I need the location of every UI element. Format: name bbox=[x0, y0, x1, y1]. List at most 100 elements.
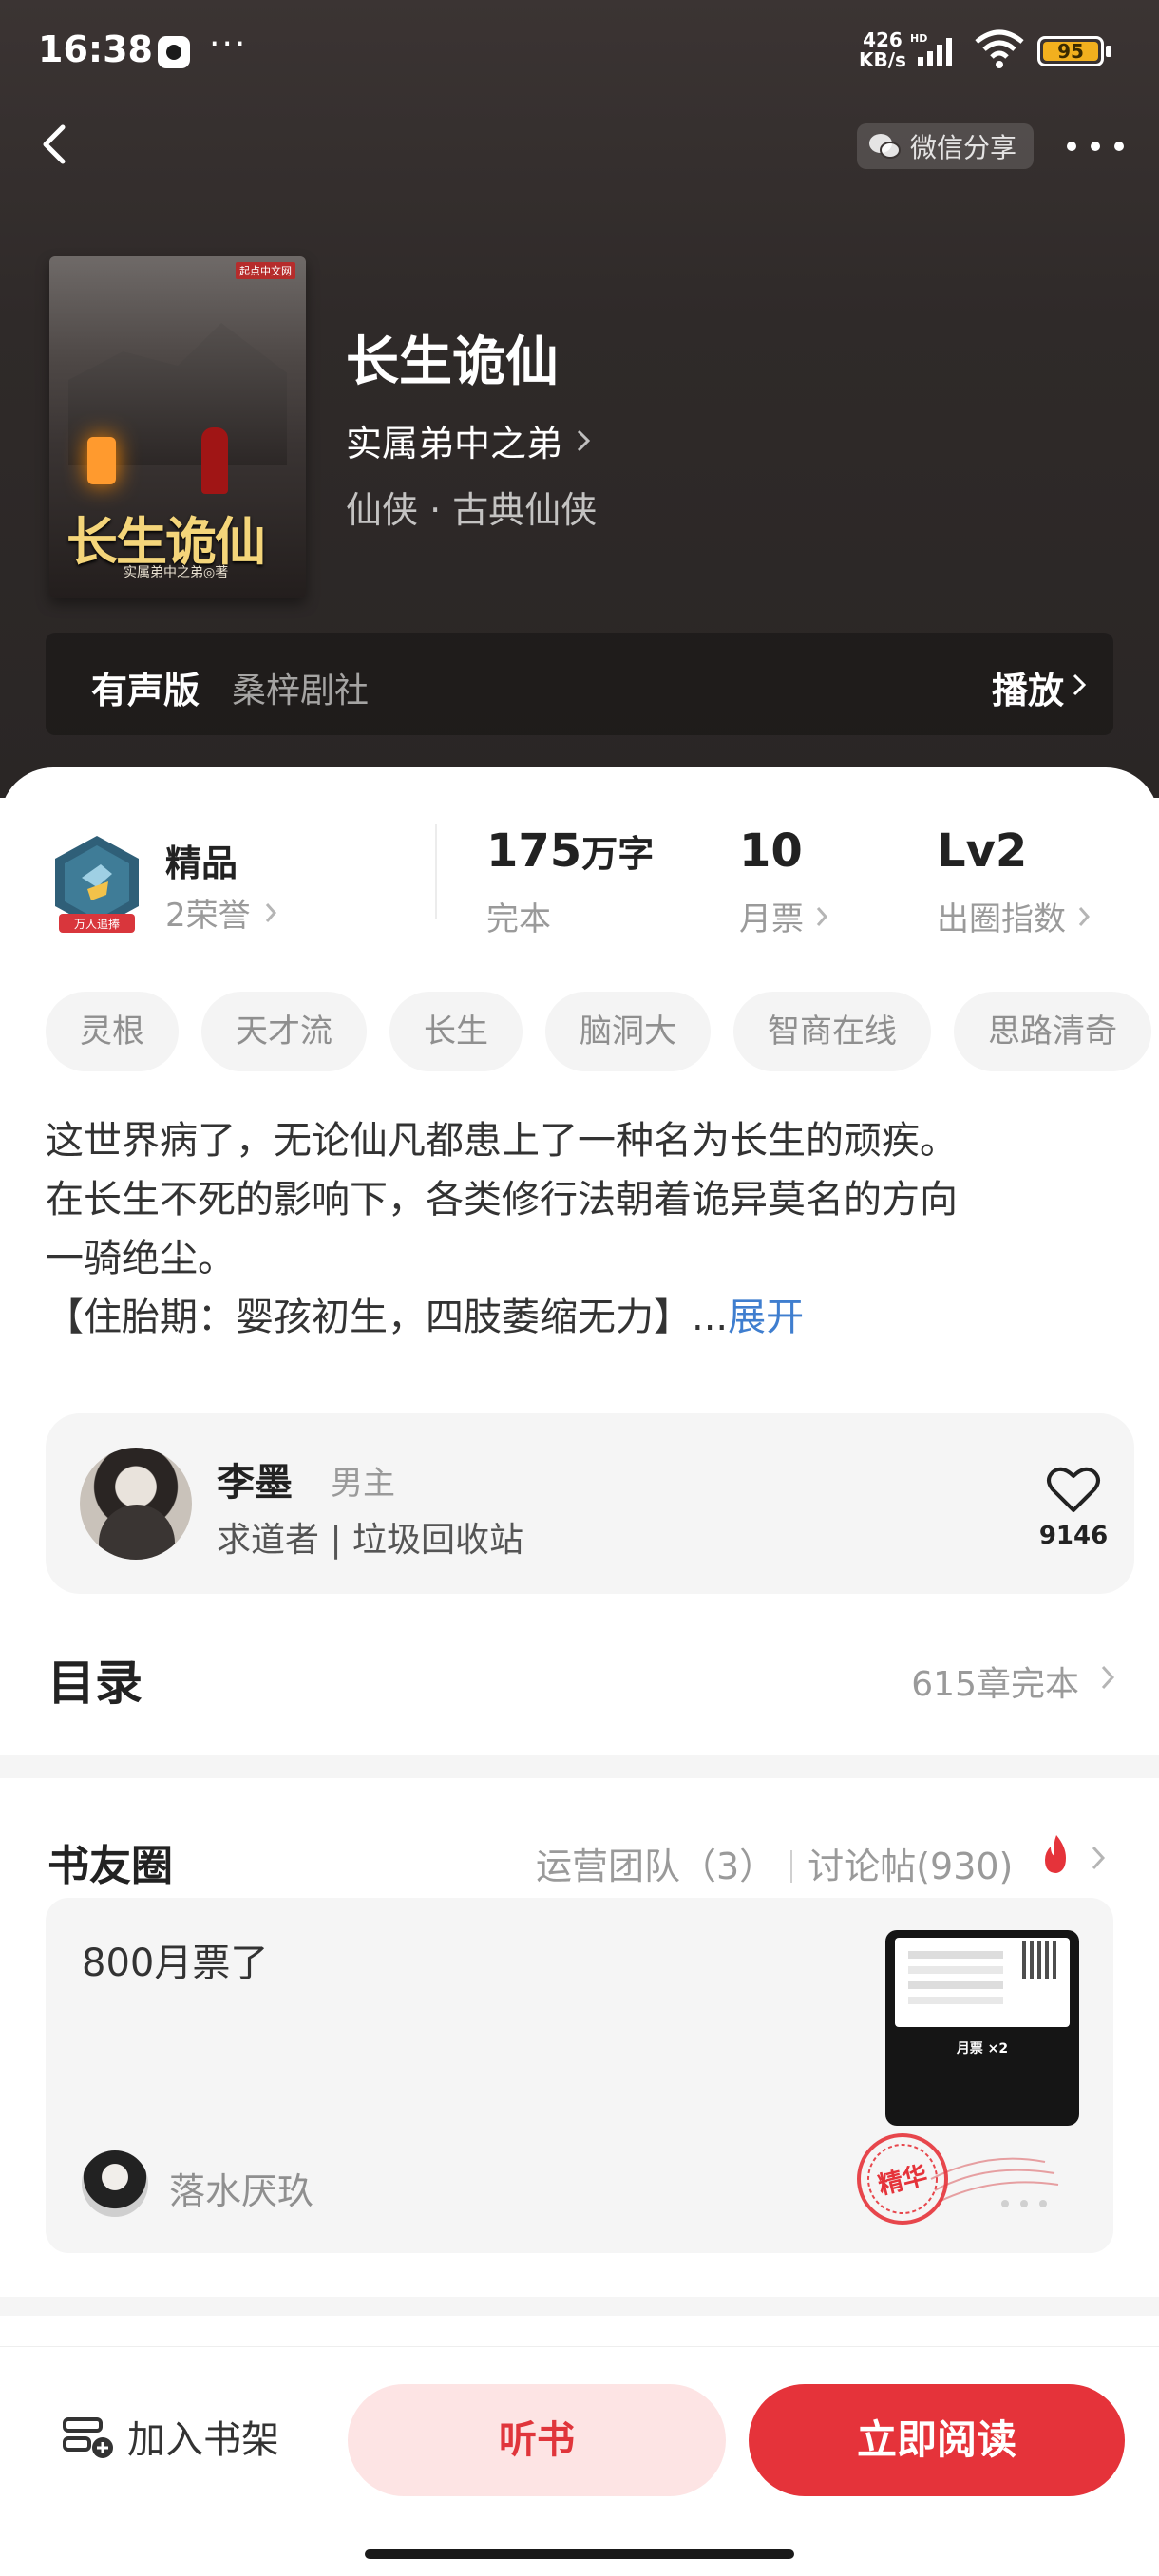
fire-icon bbox=[1045, 1835, 1066, 1873]
listen-button[interactable]: 听书 bbox=[348, 2384, 726, 2496]
synopsis-line: 一骑绝尘。 bbox=[46, 1237, 236, 1280]
tag-item[interactable]: 灵根 bbox=[46, 992, 179, 1071]
tag-item[interactable]: 思路清奇 bbox=[954, 992, 1151, 1071]
reader-circle-meta[interactable]: 运营团队（3） 讨论帖(930) bbox=[536, 1837, 1013, 1889]
influence-level-value: Lv2 bbox=[937, 824, 1028, 878]
signal-icon: HD bbox=[910, 32, 952, 66]
synopsis-line: 这世界病了，无论仙凡都患上了一种名为长生的顽疾。 bbox=[46, 1119, 958, 1163]
audio-play-button[interactable]: 播放 bbox=[992, 661, 1064, 713]
character-description: 求道者 | 垃圾回收站 bbox=[217, 1521, 524, 1560]
app-notification-icon bbox=[158, 36, 190, 68]
wechat-icon bbox=[869, 134, 901, 159]
network-speed-unit: KB/s bbox=[859, 48, 906, 71]
network-speed: 426 KB/s bbox=[859, 30, 906, 70]
cover-author: 实属弟中之弟◎著 bbox=[124, 565, 229, 580]
more-options-icon[interactable] bbox=[1062, 125, 1129, 167]
battery-icon: 95 bbox=[1037, 36, 1104, 66]
synopsis-line: 【住胎期：婴孩初生，四肢萎缩无力】... bbox=[46, 1296, 729, 1339]
svg-text:HD: HD bbox=[910, 32, 927, 45]
tag-item[interactable]: 智商在线 bbox=[733, 992, 931, 1071]
monthly-tickets-value: 10 bbox=[739, 824, 803, 878]
operations-team-count: 运营团队（3） bbox=[536, 1846, 776, 1887]
word-count: 175万字 bbox=[486, 824, 654, 878]
author-link[interactable]: 实属弟中之弟 bbox=[346, 414, 591, 466]
chevron-right-icon bbox=[1101, 1665, 1115, 1690]
discussion-post-count: 讨论帖(930) bbox=[808, 1846, 1014, 1887]
badge-text: 万人追捧 bbox=[74, 917, 120, 931]
tag-item[interactable]: 长生 bbox=[390, 992, 522, 1071]
audio-version-bar[interactable]: 有声版 桑梓剧社 播放 bbox=[46, 633, 1113, 735]
stamp-text: 精华 bbox=[875, 2160, 930, 2201]
post-author-name[interactable]: 落水厌玖 bbox=[169, 2162, 314, 2214]
expand-link[interactable]: 展开 bbox=[728, 1296, 804, 1339]
ticket-caption: 月票 ×2 bbox=[956, 2041, 1009, 2056]
share-label: 微信分享 bbox=[910, 132, 1017, 163]
chevron-right-icon bbox=[577, 429, 591, 451]
influence-index-link[interactable]: 出圈指数 bbox=[937, 893, 1091, 939]
audio-label: 有声版 bbox=[91, 670, 200, 711]
character-card[interactable]: 李墨 男主 求道者 | 垃圾回收站 9146 bbox=[46, 1413, 1134, 1594]
tag-item[interactable]: 天才流 bbox=[201, 992, 367, 1071]
post-image[interactable]: 月票 ×2 bbox=[885, 1930, 1079, 2126]
genre-label[interactable]: 仙侠 · 古典仙侠 bbox=[346, 481, 597, 533]
word-count-value: 175 bbox=[486, 824, 582, 878]
reader-circle-title[interactable]: 书友圈 bbox=[48, 1831, 173, 1892]
add-to-shelf-button[interactable]: 加入书架 bbox=[61, 2409, 279, 2464]
home-indicator[interactable] bbox=[365, 2549, 794, 2559]
chevron-right-icon bbox=[1073, 673, 1087, 696]
image-pager-dots bbox=[1001, 2200, 1047, 2207]
read-now-button[interactable]: 立即阅读 bbox=[749, 2384, 1125, 2496]
tag-item[interactable]: 脑洞大 bbox=[545, 992, 711, 1071]
cover-lantern bbox=[87, 437, 116, 484]
synopsis-line: 在长生不死的影响下，各类修行法朝着诡异莫名的方向 bbox=[46, 1178, 958, 1222]
battery-tip bbox=[1106, 46, 1112, 57]
completion-status: 完本 bbox=[486, 900, 551, 938]
author-name: 实属弟中之弟 bbox=[346, 423, 563, 464]
essence-stamp-icon: 精华 bbox=[857, 2133, 1059, 2225]
book-title: 长生诡仙 bbox=[346, 331, 559, 393]
meta-divider bbox=[790, 1850, 793, 1883]
section-separator bbox=[0, 2297, 1159, 2316]
book-cover[interactable]: 起点中文网 长生诡仙 实属弟中之弟◎著 bbox=[49, 256, 306, 598]
post-author-avatar[interactable] bbox=[82, 2150, 148, 2217]
section-separator bbox=[0, 1755, 1159, 1778]
word-count-unit: 万字 bbox=[581, 833, 655, 875]
character-like-count: 9146 bbox=[1038, 1522, 1109, 1550]
character-role: 男主 bbox=[331, 1465, 395, 1503]
chapter-count[interactable]: 615章完本 bbox=[911, 1657, 1079, 1706]
honor-title: 精品 bbox=[165, 843, 238, 884]
table-of-contents-title[interactable]: 目录 bbox=[48, 1645, 142, 1714]
synopsis-line-last: 【住胎期：婴孩初生，四肢萎缩无力】...展开 bbox=[46, 1288, 1119, 1347]
cover-figure bbox=[201, 427, 228, 494]
status-bar: 16:38 ··· 426 KB/s HD 95 bbox=[0, 0, 1159, 104]
monthly-tickets-label: 月票 bbox=[739, 900, 804, 938]
cover-publisher-badge: 起点中文网 bbox=[236, 262, 295, 279]
honor-link[interactable]: 2荣誉 bbox=[165, 889, 277, 936]
wifi-icon bbox=[975, 29, 1024, 68]
add-shelf-icon bbox=[63, 2417, 113, 2458]
monthly-tickets-link[interactable]: 月票 bbox=[739, 893, 828, 939]
tag-list: 灵根 天才流 长生 脑洞大 智商在线 思路清奇 bbox=[46, 992, 1159, 1071]
add-to-shelf-label: 加入书架 bbox=[127, 2418, 279, 2462]
heart-icon[interactable] bbox=[1045, 1461, 1102, 1518]
wechat-share-button[interactable]: 微信分享 bbox=[857, 123, 1034, 169]
chevron-right-icon bbox=[816, 906, 828, 926]
network-speed-value: 426 bbox=[863, 28, 902, 51]
influence-index-label: 出圈指数 bbox=[937, 900, 1066, 938]
honor-count: 2荣誉 bbox=[165, 897, 251, 935]
honor-badge-icon[interactable]: 万人追捧 bbox=[49, 832, 144, 937]
qr-code-icon bbox=[1022, 1941, 1060, 1979]
status-time: 16:38 bbox=[38, 28, 153, 70]
chevron-right-icon bbox=[1078, 906, 1091, 926]
battery-level: 95 bbox=[1043, 42, 1098, 61]
featured-post-card[interactable]: 800月票了 落水厌玖 月票 ×2 精华 bbox=[46, 1898, 1113, 2253]
more-notifications-icon: ··· bbox=[209, 25, 248, 64]
chevron-right-icon bbox=[265, 902, 276, 922]
character-name: 李墨 bbox=[217, 1461, 293, 1505]
back-button[interactable] bbox=[27, 114, 87, 175]
stats-divider bbox=[435, 824, 437, 919]
character-avatar bbox=[80, 1448, 192, 1560]
chevron-right-icon bbox=[1092, 1846, 1106, 1870]
audio-studio: 桑梓剧社 bbox=[232, 672, 370, 710]
post-text: 800月票了 bbox=[82, 1941, 269, 1985]
